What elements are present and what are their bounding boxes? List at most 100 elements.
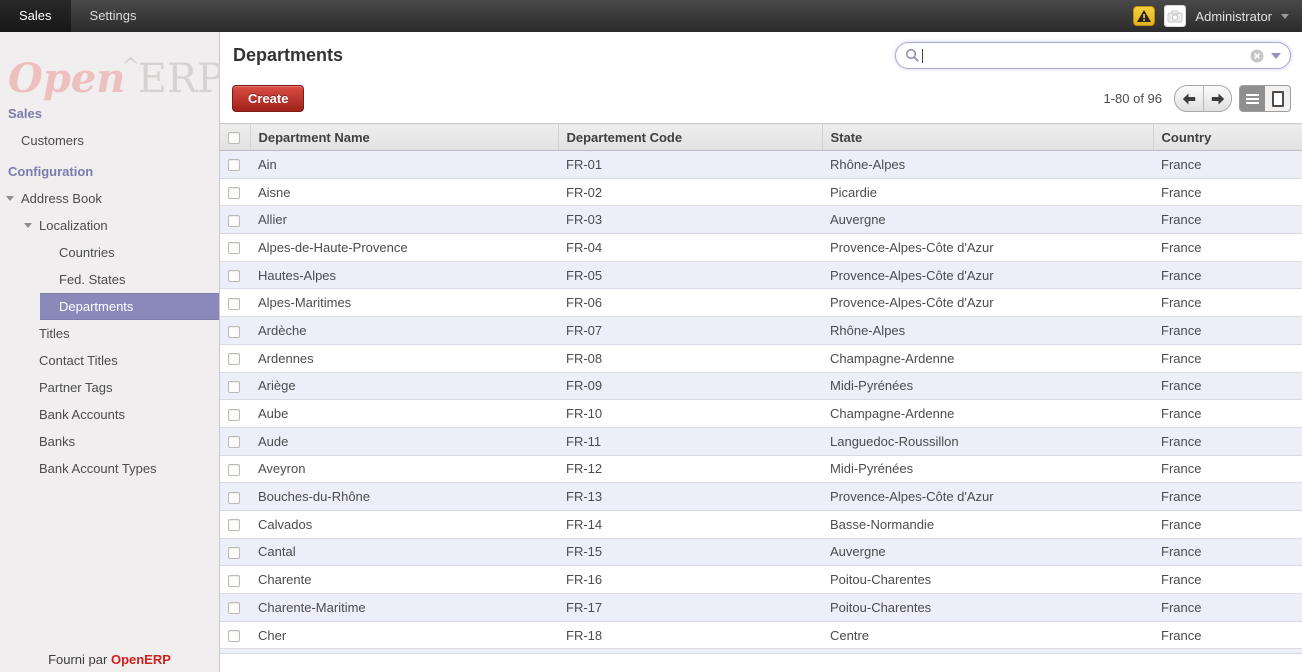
table-row[interactable]: CherFR-18CentreFrance [220,621,1302,649]
table-cell: France [1153,344,1302,372]
row-checkbox[interactable] [228,464,240,476]
table-row[interactable]: Alpes-MaritimesFR-06Provence-Alpes-Côte … [220,289,1302,317]
user-caret-icon[interactable] [1281,14,1289,19]
table-cell: FR-09 [558,372,822,400]
row-checkbox[interactable] [228,547,240,559]
topbar-menus: SalesSettings [0,0,156,32]
row-checkbox[interactable] [228,492,240,504]
row-checkbox[interactable] [228,519,240,531]
table-cell: FR-11 [558,427,822,455]
form-view-button[interactable] [1265,86,1290,111]
row-checkbox[interactable] [228,270,240,282]
row-checkbox[interactable] [228,436,240,448]
table-row[interactable]: CantalFR-15AuvergneFrance [220,538,1302,566]
table-row[interactable]: ArdennesFR-08Champagne-ArdenneFrance [220,344,1302,372]
row-checkbox[interactable] [228,381,240,393]
table-cell: Ardennes [250,344,558,372]
sidebar-item-fed-states[interactable]: Fed. States [0,266,219,293]
table-cell: France [1153,151,1302,179]
table-row-partial [220,649,1302,654]
table-row[interactable]: CalvadosFR-14Basse-NormandieFrance [220,510,1302,538]
row-checkbox[interactable] [228,353,240,365]
table-cell: Poitou-Charentes [822,566,1153,594]
table-cell: France [1153,566,1302,594]
arrow-left-icon [1182,93,1196,105]
table-row[interactable]: AllierFR-03AuvergneFrance [220,206,1302,234]
form-icon [1272,91,1284,107]
sidebar-item-departments[interactable]: Departments [40,293,219,320]
row-checkbox[interactable] [228,575,240,587]
menu-settings[interactable]: Settings [71,0,156,32]
warning-icon[interactable] [1133,6,1155,26]
row-checkbox[interactable] [228,409,240,421]
table-cell: France [1153,206,1302,234]
table-cell: France [1153,261,1302,289]
search-bar[interactable] [895,42,1291,69]
table-row[interactable]: Hautes-AlpesFR-05Provence-Alpes-Côte d'A… [220,261,1302,289]
user-menu[interactable]: Administrator [1195,9,1272,24]
create-button[interactable]: Create [232,85,304,112]
openerp-footer-link[interactable]: OpenERP [111,652,171,667]
sidebar-item-localization[interactable]: Localization [0,212,219,239]
table-row[interactable]: AubeFR-10Champagne-ArdenneFrance [220,400,1302,428]
table-row[interactable]: Charente-MaritimeFR-17Poitou-CharentesFr… [220,594,1302,622]
table-cell: Picardie [822,178,1153,206]
column-header-state[interactable]: State [822,124,1153,151]
row-checkbox[interactable] [228,215,240,227]
table-row[interactable]: CharenteFR-16Poitou-CharentesFrance [220,566,1302,594]
row-checkbox[interactable] [228,630,240,642]
table-cell: FR-02 [558,178,822,206]
table-row[interactable]: AudeFR-11Languedoc-RoussillonFrance [220,427,1302,455]
table-row[interactable]: AriègeFR-09Midi-PyrénéesFrance [220,372,1302,400]
row-checkbox[interactable] [228,298,240,310]
sidebar-item-label: Departments [59,299,133,314]
previous-page-button[interactable] [1175,86,1203,111]
sidebar-item-address-book[interactable]: Address Book [0,185,219,212]
menu-sales[interactable]: Sales [0,0,71,32]
list-view-button[interactable] [1240,86,1265,111]
avatar[interactable] [1164,5,1186,27]
table-row[interactable]: Bouches-du-RhôneFR-13Provence-Alpes-Côte… [220,483,1302,511]
column-header-country[interactable]: Country [1153,124,1302,151]
sidebar-item-customers[interactable]: Customers [0,127,219,154]
column-header-departement-code[interactable]: Departement Code [558,124,822,151]
row-checkbox[interactable] [228,159,240,171]
table-row[interactable]: Alpes-de-Haute-ProvenceFR-04Provence-Alp… [220,234,1302,262]
row-checkbox[interactable] [228,187,240,199]
sidebar-item-bank-account-types[interactable]: Bank Account Types [0,455,219,482]
sidebar-item-countries[interactable]: Countries [0,239,219,266]
sidebar-item-banks[interactable]: Banks [0,428,219,455]
table-row[interactable]: AinFR-01Rhône-AlpesFrance [220,151,1302,179]
select-all-checkbox[interactable] [228,132,240,144]
sidebar-item-titles[interactable]: Titles [0,320,219,347]
table-row[interactable]: AisneFR-02PicardieFrance [220,178,1302,206]
table-cell: Aisne [250,178,558,206]
table-cell: FR-12 [558,455,822,483]
column-header-department-name[interactable]: Department Name [250,124,558,151]
clear-search-icon[interactable] [1250,49,1264,63]
table-cell: Cher [250,621,558,649]
table-cell: Provence-Alpes-Côte d'Azur [822,289,1153,317]
sidebar-item-contact-titles[interactable]: Contact Titles [0,347,219,374]
table-cell: Midi-Pyrénées [822,455,1153,483]
sidebar-footer: Fourni par OpenERP [0,652,219,667]
table-row[interactable]: AveyronFR-12Midi-PyrénéesFrance [220,455,1302,483]
sidebar-item-bank-accounts[interactable]: Bank Accounts [0,401,219,428]
table-cell: FR-10 [558,400,822,428]
table-cell: France [1153,234,1302,262]
row-checkbox[interactable] [228,326,240,338]
row-checkbox[interactable] [228,242,240,254]
row-checkbox[interactable] [228,602,240,614]
caret-down-icon[interactable] [24,223,32,228]
sidebar-heading-configuration: Configuration [0,159,219,185]
table-cell: Midi-Pyrénées [822,372,1153,400]
table-cell: FR-14 [558,510,822,538]
table-row[interactable]: ArdècheFR-07Rhône-AlpesFrance [220,317,1302,345]
search-options-caret-icon[interactable] [1264,53,1281,59]
table-cell: Allier [250,206,558,234]
caret-down-icon[interactable] [6,196,14,201]
content-header: Departments Create 1-80 o [220,32,1302,123]
search-input[interactable] [927,48,1250,63]
next-page-button[interactable] [1203,86,1231,111]
sidebar-item-partner-tags[interactable]: Partner Tags [0,374,219,401]
